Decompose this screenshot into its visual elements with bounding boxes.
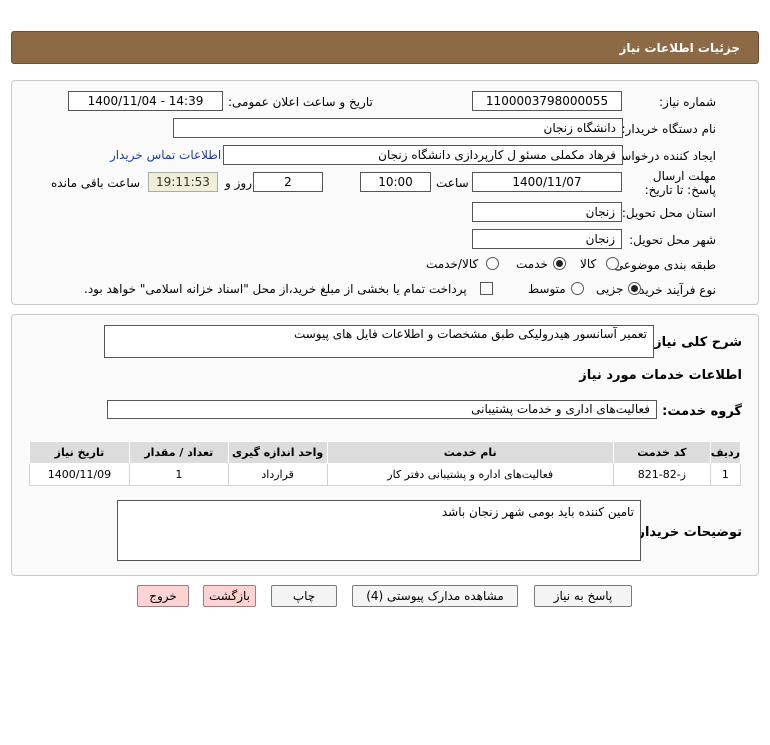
remaining-time-field: 19:11:53: [148, 172, 218, 192]
contact-buyer-link[interactable]: اطلاعات تماس خریدار: [110, 148, 221, 162]
province-field[interactable]: زنجان: [472, 202, 622, 222]
deadline-time-label: ساعت: [436, 176, 469, 190]
attachments-button[interactable]: مشاهده مدارک پیوستی (4): [352, 585, 518, 607]
service-group-label: گروه خدمت:: [662, 404, 742, 419]
days-field[interactable]: 2: [253, 172, 323, 192]
table-row[interactable]: 1 ز-82-821 فعالیت‌های اداره و پشتیبانی د…: [29, 463, 742, 486]
deadline-label: مهلت ارسال پاسخ: تا تاریخ:: [644, 169, 716, 197]
category-goods-radio[interactable]: [606, 257, 619, 270]
category-goods-service-label: کالا/خدمت: [426, 257, 479, 271]
treasury-payment-checkbox[interactable]: [480, 282, 493, 295]
buyer-org-field[interactable]: دانشگاه زنجان: [173, 118, 623, 138]
process-medium-label: متوسط: [528, 282, 566, 296]
cell-service-name: فعالیت‌های اداره و پشتیبانی دفتر کار: [326, 463, 614, 486]
buyer-notes-field[interactable]: تامین کننده باید بومی شهر زنجان باشد: [117, 500, 641, 561]
col-row-number: ردیف: [709, 441, 742, 464]
services-table: ردیف کد خدمت نام خدمت واحد اندازه گیری ت…: [29, 441, 742, 486]
col-need-date: تاریخ نیاز: [29, 441, 130, 464]
col-service-code: کد خدمت: [612, 441, 711, 464]
summary-label: شرح کلی نیاز:: [648, 335, 742, 350]
cell-unit: قرارداد: [227, 463, 328, 486]
reply-button[interactable]: پاسخ به نیاز: [534, 585, 632, 607]
deadline-date-field[interactable]: 1400/11/07: [472, 172, 622, 192]
header-bar: جزئیات اطلاعات نیاز: [11, 31, 759, 64]
exit-button[interactable]: خروج: [137, 585, 189, 607]
days-label: روز و: [225, 176, 252, 190]
page-title: جزئیات اطلاعات نیاز: [619, 41, 740, 55]
col-service-name: نام خدمت: [326, 441, 614, 464]
table-header-row: ردیف کد خدمت نام خدمت واحد اندازه گیری ت…: [29, 441, 742, 464]
category-service-radio[interactable]: [553, 257, 566, 270]
need-number-field[interactable]: 1100003798000055: [472, 91, 622, 111]
category-goods-service-radio[interactable]: [486, 257, 499, 270]
treasury-payment-note: پرداخت تمام یا بخشی از مبلغ خرید،از محل …: [84, 282, 467, 296]
back-button[interactable]: بازگشت: [203, 585, 256, 607]
col-unit: واحد اندازه گیری: [227, 441, 328, 464]
process-label: نوع فرآیند خرید :: [631, 283, 716, 297]
need-number-label: شماره نیاز:: [659, 95, 716, 109]
process-minor-radio[interactable]: [628, 282, 641, 295]
cell-row-number: 1: [709, 463, 742, 486]
announce-field[interactable]: 1400/11/04 - 14:39: [68, 91, 223, 111]
category-goods-label: کالا: [580, 257, 597, 271]
announce-label: تاریخ و ساعت اعلان عمومی:: [228, 95, 373, 109]
city-field[interactable]: زنجان: [472, 229, 622, 249]
process-minor-label: جزیی: [596, 282, 624, 296]
process-medium-radio[interactable]: [571, 282, 584, 295]
province-label: استان محل تحویل:: [621, 206, 716, 220]
services-heading: اطلاعات خدمات مورد نیاز: [579, 368, 742, 383]
category-label: طبقه بندی موضوعی:: [609, 258, 716, 272]
category-service-label: خدمت: [516, 257, 548, 271]
service-group-field[interactable]: فعالیت‌های اداری و خدمات پشتیبانی: [107, 400, 657, 419]
deadline-time-field[interactable]: 10:00: [360, 172, 431, 192]
remaining-label: ساعت باقی مانده: [51, 176, 141, 190]
cell-service-code: ز-82-821: [612, 463, 711, 486]
cell-need-date: 1400/11/09: [29, 463, 130, 486]
cell-quantity: 1: [128, 463, 229, 486]
summary-field[interactable]: تعمیر آسانسور هیدرولیکی طبق مشخصات و اطل…: [104, 325, 654, 358]
city-label: شهر محل تحویل:: [629, 233, 716, 247]
requester-field[interactable]: فرهاد مکملی مسئو ل کارپردازی دانشگاه زنج…: [223, 145, 623, 165]
print-button[interactable]: چاپ: [271, 585, 337, 607]
col-quantity: تعداد / مقدار: [128, 441, 229, 464]
buyer-notes-label: توضیحات خریدار:: [632, 525, 742, 540]
buyer-org-label: نام دستگاه خریدار:: [621, 122, 717, 136]
